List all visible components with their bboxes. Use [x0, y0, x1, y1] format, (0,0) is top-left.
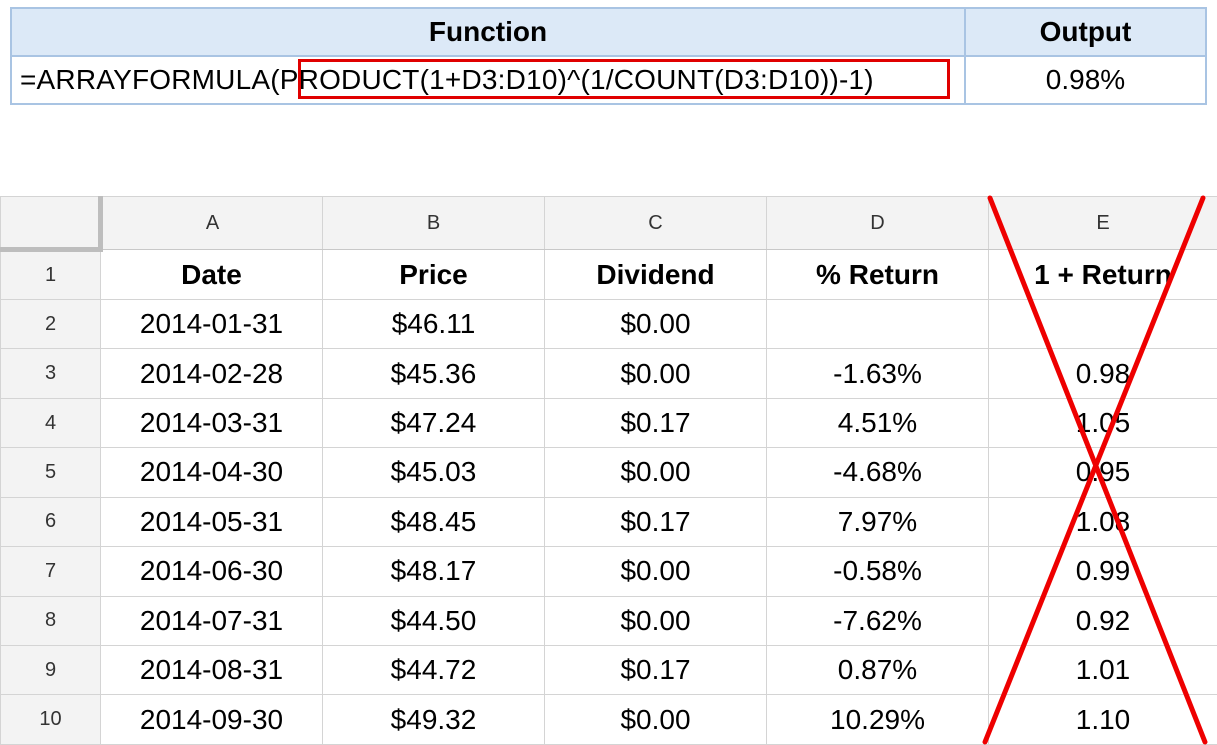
cell[interactable]: Date	[100, 249, 323, 300]
row-header[interactable]: 2	[0, 298, 101, 350]
cell[interactable]: 2014-06-30	[100, 546, 323, 597]
function-header: Function	[10, 7, 966, 57]
select-all-corner[interactable]	[0, 195, 103, 253]
table-row: 3 2014-02-28 $45.36 $0.00 -1.63% 0.98	[0, 348, 1217, 399]
cell[interactable]: 0.92	[988, 595, 1217, 647]
formula-highlighted: (PRODUCT(1+D3:D10)^(1/COUNT(D3:D10))-1)	[270, 64, 874, 95]
cell[interactable]: $0.17	[544, 496, 767, 548]
cell[interactable]: 0.98	[988, 348, 1217, 399]
cell[interactable]: % Return	[766, 249, 989, 300]
formula-prefix: =ARRAYFORMULA	[20, 64, 271, 95]
cell[interactable]: $0.00	[544, 447, 767, 498]
cell[interactable]: 2014-02-28	[100, 348, 323, 399]
cell[interactable]: 4.51%	[766, 397, 989, 449]
stage: Function Output =ARRAYFORMULA(PRODUCT(1+…	[0, 0, 1217, 745]
row-header[interactable]: 5	[0, 447, 101, 498]
cell[interactable]: $0.00	[544, 694, 767, 745]
cell[interactable]: 1 + Return	[988, 249, 1217, 300]
cell[interactable]: -4.68%	[766, 447, 989, 498]
cell[interactable]: $0.17	[544, 397, 767, 449]
cell[interactable]: $46.11	[322, 298, 545, 350]
cell[interactable]: 2014-07-31	[100, 595, 323, 647]
cell[interactable]: $0.00	[544, 595, 767, 647]
cell[interactable]: 1.10	[988, 694, 1217, 745]
column-header-a[interactable]: A	[100, 195, 323, 251]
cell[interactable]	[988, 298, 1217, 350]
row-header[interactable]: 6	[0, 496, 101, 548]
row-header[interactable]: 8	[0, 595, 101, 647]
row-header[interactable]: 1	[0, 249, 101, 300]
cell[interactable]: $45.03	[322, 447, 545, 498]
cell[interactable]: 2014-01-31	[100, 298, 323, 350]
table-row: 1 Date Price Dividend % Return 1 + Retur…	[0, 249, 1217, 300]
cell[interactable]: $45.36	[322, 348, 545, 399]
cell[interactable]: $0.00	[544, 348, 767, 399]
formula-cell[interactable]: =ARRAYFORMULA(PRODUCT(1+D3:D10)^(1/COUNT…	[10, 55, 966, 105]
cell[interactable]: 1.01	[988, 644, 1217, 696]
column-header-c[interactable]: C	[544, 195, 767, 251]
cell[interactable]: $48.17	[322, 546, 545, 597]
cell[interactable]: $0.17	[544, 644, 767, 696]
column-header-b[interactable]: B	[322, 195, 545, 251]
spreadsheet-grid: A B C D E 1 Date Price Dividend % Return…	[0, 195, 1217, 745]
cell[interactable]: Price	[322, 249, 545, 300]
table-row: 10 2014-09-30 $49.32 $0.00 10.29% 1.10	[0, 694, 1217, 745]
cell[interactable]	[766, 298, 989, 350]
row-header[interactable]: 4	[0, 397, 101, 449]
cell[interactable]: $0.00	[544, 298, 767, 350]
table-row: 6 2014-05-31 $48.45 $0.17 7.97% 1.08	[0, 496, 1217, 548]
column-header-d[interactable]: D	[766, 195, 989, 251]
cell[interactable]: -7.62%	[766, 595, 989, 647]
cell[interactable]: $44.50	[322, 595, 545, 647]
column-header-row: A B C D E	[0, 195, 1217, 253]
cell[interactable]: -1.63%	[766, 348, 989, 399]
row-header[interactable]: 7	[0, 546, 101, 597]
output-cell[interactable]: 0.98%	[964, 55, 1207, 105]
row-header[interactable]: 10	[0, 694, 101, 745]
output-header: Output	[964, 7, 1207, 57]
cell[interactable]: 2014-08-31	[100, 644, 323, 696]
cell[interactable]: 7.97%	[766, 496, 989, 548]
cell[interactable]: 1.08	[988, 496, 1217, 548]
cell[interactable]: $48.45	[322, 496, 545, 548]
cell[interactable]: 0.99	[988, 546, 1217, 597]
cell[interactable]: 2014-03-31	[100, 397, 323, 449]
cell[interactable]: $49.32	[322, 694, 545, 745]
table-row: 7 2014-06-30 $48.17 $0.00 -0.58% 0.99	[0, 546, 1217, 597]
cell[interactable]: 2014-05-31	[100, 496, 323, 548]
column-header-e[interactable]: E	[988, 195, 1217, 251]
cell[interactable]: 2014-04-30	[100, 447, 323, 498]
table-row: 8 2014-07-31 $44.50 $0.00 -7.62% 0.92	[0, 595, 1217, 647]
table-row: 4 2014-03-31 $47.24 $0.17 4.51% 1.05	[0, 397, 1217, 449]
cell[interactable]: 0.87%	[766, 644, 989, 696]
table-row: 2 2014-01-31 $46.11 $0.00	[0, 298, 1217, 350]
cell[interactable]: 1.05	[988, 397, 1217, 449]
function-table: Function Output =ARRAYFORMULA(PRODUCT(1+…	[10, 7, 1207, 105]
table-row: 5 2014-04-30 $45.03 $0.00 -4.68% 0.95	[0, 447, 1217, 498]
cell[interactable]: $47.24	[322, 397, 545, 449]
table-row: 9 2014-08-31 $44.72 $0.17 0.87% 1.01	[0, 644, 1217, 696]
cell[interactable]: 10.29%	[766, 694, 989, 745]
cell[interactable]: $0.00	[544, 546, 767, 597]
row-header[interactable]: 9	[0, 644, 101, 696]
cell[interactable]: $44.72	[322, 644, 545, 696]
cell[interactable]: 2014-09-30	[100, 694, 323, 745]
row-header[interactable]: 3	[0, 348, 101, 399]
cell[interactable]: Dividend	[544, 249, 767, 300]
cell[interactable]: 0.95	[988, 447, 1217, 498]
cell[interactable]: -0.58%	[766, 546, 989, 597]
